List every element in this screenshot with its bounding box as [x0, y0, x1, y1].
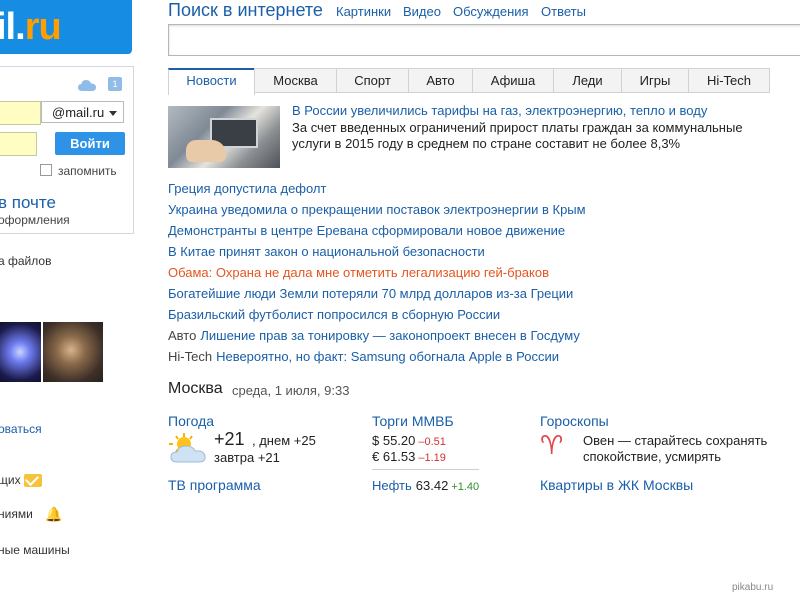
usd-change: –0.51	[418, 436, 446, 448]
left-link[interactable]: оваться	[0, 422, 42, 436]
weather-day: , днем +25	[252, 433, 316, 448]
cloud-icon[interactable]	[78, 79, 96, 91]
left-column: il.ru 1 @mail.ru Войти запомнить в почте…	[0, 0, 140, 600]
oil-change: +1.40	[451, 481, 480, 493]
headline-photo-hand	[186, 140, 226, 162]
tab-lady[interactable]: Леди	[553, 68, 622, 93]
envelope-icon	[24, 474, 42, 487]
search-link-discussions[interactable]: Обсуждения	[453, 4, 529, 19]
tab-afisha[interactable]: Афиша	[472, 68, 554, 93]
domain-select[interactable]: @mail.ru	[41, 101, 124, 123]
photo-thumb[interactable]	[0, 322, 41, 382]
news-tag[interactable]: Hi-Tech	[168, 349, 212, 364]
headline-title[interactable]: В России увеличились тарифы на газ, элек…	[292, 103, 707, 118]
files-link[interactable]: а файлов	[0, 254, 51, 268]
headline-photo[interactable]	[168, 106, 280, 168]
notifications-link[interactable]: ниями	[0, 507, 33, 521]
tab-moscow[interactable]: Москва	[254, 68, 337, 93]
oil-label[interactable]: Нефть	[372, 478, 412, 493]
checkbox-icon[interactable]	[40, 164, 52, 176]
bell-icon: 🔔	[45, 506, 63, 522]
news-item-link[interactable]: Невероятно, но факт: Samsung обогнала Ap…	[216, 349, 559, 364]
news-item[interactable]: Демонстранты в центре Еревана сформирова…	[168, 223, 565, 238]
divider	[372, 469, 479, 470]
calendar-icon[interactable]: 1	[108, 77, 122, 91]
apartments-link[interactable]: Квартиры в ЖК Москвы	[540, 477, 693, 493]
oil-rate[interactable]: Нефть 63.42 +1.40	[372, 478, 479, 493]
usd-value: $ 55.20	[372, 433, 416, 448]
search-input[interactable]	[168, 24, 800, 56]
search-title[interactable]: Поиск в интернете	[168, 0, 323, 21]
news-item[interactable]: Украина уведомила о прекращении поставок…	[168, 202, 586, 217]
news-tag[interactable]: Авто	[168, 328, 196, 343]
chevron-down-icon	[109, 111, 117, 116]
tv-program-link[interactable]: ТВ программа	[168, 477, 261, 493]
market-title[interactable]: Торги ММВБ	[372, 413, 454, 429]
promo-title[interactable]: в почте	[0, 193, 56, 213]
eur-change: –1.19	[418, 452, 446, 464]
search-link-answers[interactable]: Ответы	[541, 4, 586, 19]
city-date: среда, 1 июля, 9:33	[232, 383, 350, 398]
news-item[interactable]: В Китае принят закон о национальной безо…	[168, 244, 485, 259]
search-link-video[interactable]: Видео	[403, 4, 441, 19]
news-item-link[interactable]: Лишение прав за тонировку — законопроект…	[200, 328, 580, 343]
tab-auto[interactable]: Авто	[408, 68, 473, 93]
login-panel: 1 @mail.ru Войти запомнить в почте оформ…	[0, 66, 134, 234]
eur-rate: € 61.53 –1.19	[372, 449, 446, 464]
tab-games[interactable]: Игры	[621, 68, 689, 93]
headline-description: За счет введенных ограничений прирост пл…	[292, 120, 743, 151]
login-button[interactable]: Войти	[55, 132, 125, 155]
weather-tomorrow: завтра +21	[214, 450, 280, 465]
news-item[interactable]: Греция допустила дефолт	[168, 181, 326, 196]
weather-title[interactable]: Погода	[168, 413, 214, 429]
search-link-images[interactable]: Картинки	[336, 4, 391, 19]
messages-link[interactable]: щих	[0, 473, 21, 487]
watermark: pikabu.ru	[732, 582, 774, 593]
cars-link[interactable]: ные машины	[0, 543, 70, 557]
news-item: Авто Лишение прав за тонировку — законопр…	[168, 328, 580, 343]
tab-news[interactable]: Новости	[168, 68, 255, 95]
password-input[interactable]	[0, 132, 37, 156]
news-item[interactable]: Богатейшие люди Земли потеряли 70 млрд д…	[168, 286, 573, 301]
horoscope-text[interactable]: Овен — старайтесь сохранять спокойствие,…	[583, 433, 783, 465]
weather-now: +21	[214, 429, 245, 449]
photo-thumb[interactable]	[43, 322, 103, 382]
aries-icon: ♈	[540, 430, 564, 460]
news-item-hot[interactable]: Обама: Охрана не дала мне отметить легал…	[168, 265, 549, 280]
logo[interactable]: il.ru	[0, 0, 132, 54]
oil-value: 63.42	[415, 478, 449, 493]
promo-subtitle: оформления	[0, 213, 70, 227]
news-item: Hi-Tech Невероятно, но факт: Samsung обог…	[168, 349, 559, 364]
logo-text: il.ru	[0, 6, 62, 48]
city-name[interactable]: Москва	[168, 380, 223, 398]
login-input[interactable]	[0, 101, 41, 125]
news-item[interactable]: Бразильский футболист попросился в сборн…	[168, 307, 500, 322]
usd-rate: $ 55.20 –0.51	[372, 433, 446, 448]
eur-value: € 61.53	[372, 449, 416, 464]
news-tabs: Новости Москва Спорт Авто Афиша Леди Игр…	[168, 68, 800, 95]
horoscope-title[interactable]: Гороскопы	[540, 413, 609, 429]
domain-value: @mail.ru	[52, 105, 105, 120]
sun-cloud-icon	[169, 433, 206, 463]
tab-hitech[interactable]: Hi-Tech	[688, 68, 770, 93]
tab-sport[interactable]: Спорт	[336, 68, 409, 93]
remember-checkbox[interactable]: запомнить	[40, 164, 117, 178]
